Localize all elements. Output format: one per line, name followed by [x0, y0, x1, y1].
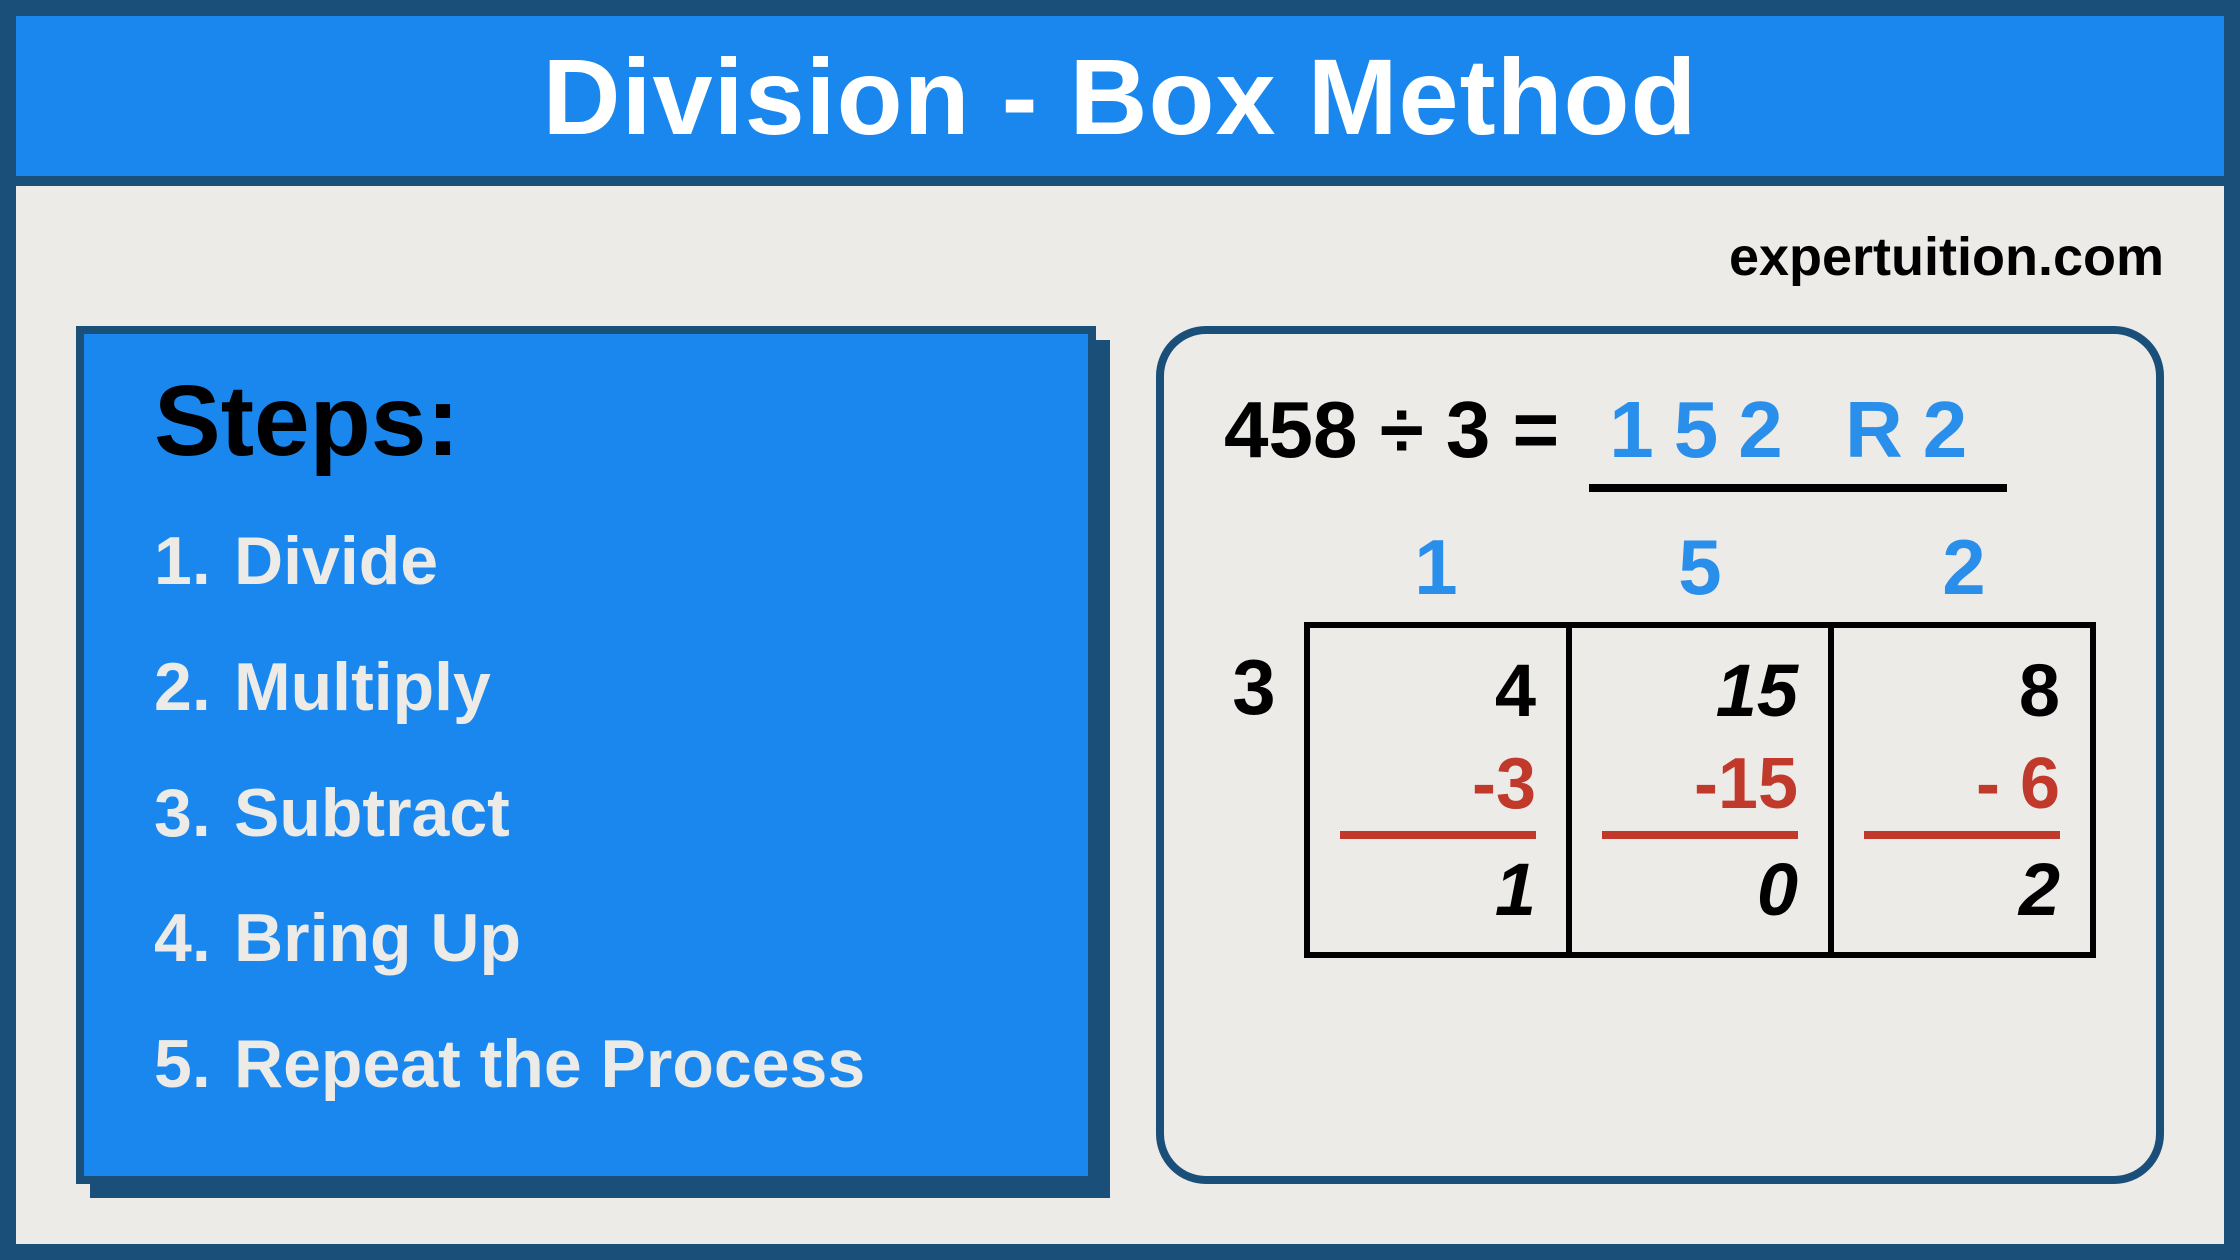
quotient-row: 1 5 2: [1304, 522, 2096, 622]
step-label: Subtract: [234, 775, 510, 851]
step-number: 5.: [154, 1002, 234, 1128]
subtract-value: -15: [1602, 743, 1798, 839]
subtract-value: - 6: [1864, 743, 2060, 839]
content-row: Steps: 1.Divide 2.Multiply 3.Subtract 4.…: [76, 326, 2164, 1184]
slide-frame: Division - Box Method expertuition.com S…: [0, 0, 2240, 1260]
step-number: 3.: [154, 751, 234, 877]
box-method-area: 3 1 5 2 4 -3 1 15: [1224, 522, 2096, 958]
steps-list: 1.Divide 2.Multiply 3.Subtract 4.Bring U…: [154, 499, 1038, 1128]
quotient-digit: 2: [1832, 522, 2096, 622]
title-bar: Division - Box Method: [16, 16, 2224, 186]
subtract-value: -3: [1340, 743, 1536, 839]
site-credit: expertuition.com: [1729, 226, 2164, 288]
page-title: Division - Box Method: [543, 34, 1698, 159]
step-label: Divide: [234, 523, 438, 599]
dividend-value: 4: [1340, 648, 1536, 733]
dividend-value: 8: [1864, 648, 2060, 733]
divisor-value: 3: [1224, 642, 1284, 733]
step-item: 4.Bring Up: [154, 876, 1038, 1002]
remainder-value: 2: [1864, 847, 2060, 932]
step-number: 2.: [154, 625, 234, 751]
box-grid: 1 5 2 4 -3 1 15 -15 0: [1304, 522, 2096, 958]
box-column: 4 -3 1: [1310, 628, 1572, 952]
step-label: Repeat the Process: [234, 1026, 865, 1102]
example-panel: 458 ÷ 3 = 152 R2 3 1 5 2 4 -3 1: [1156, 326, 2164, 1184]
remainder-value: 1: [1340, 847, 1536, 932]
dividend-value: 15: [1602, 648, 1798, 733]
step-item: 3.Subtract: [154, 751, 1038, 877]
box-table: 4 -3 1 15 -15 0 8 - 6 2: [1304, 622, 2096, 958]
box-column: 8 - 6 2: [1834, 628, 2090, 952]
step-item: 1.Divide: [154, 499, 1038, 625]
equation: 458 ÷ 3 = 152 R2: [1224, 384, 2096, 492]
remainder-value: 0: [1602, 847, 1798, 932]
equation-answer: 152 R2: [1589, 384, 2007, 492]
step-number: 4.: [154, 876, 234, 1002]
quotient-digit: 5: [1568, 522, 1832, 622]
box-column: 15 -15 0: [1572, 628, 1834, 952]
step-label: Multiply: [234, 649, 491, 725]
step-item: 2.Multiply: [154, 625, 1038, 751]
equation-lhs: 458 ÷ 3 =: [1224, 384, 1559, 476]
step-item: 5.Repeat the Process: [154, 1002, 1038, 1128]
step-number: 1.: [154, 499, 234, 625]
steps-panel: Steps: 1.Divide 2.Multiply 3.Subtract 4.…: [76, 326, 1096, 1184]
steps-heading: Steps:: [154, 364, 1038, 479]
step-label: Bring Up: [234, 900, 521, 976]
quotient-digit: 1: [1304, 522, 1568, 622]
